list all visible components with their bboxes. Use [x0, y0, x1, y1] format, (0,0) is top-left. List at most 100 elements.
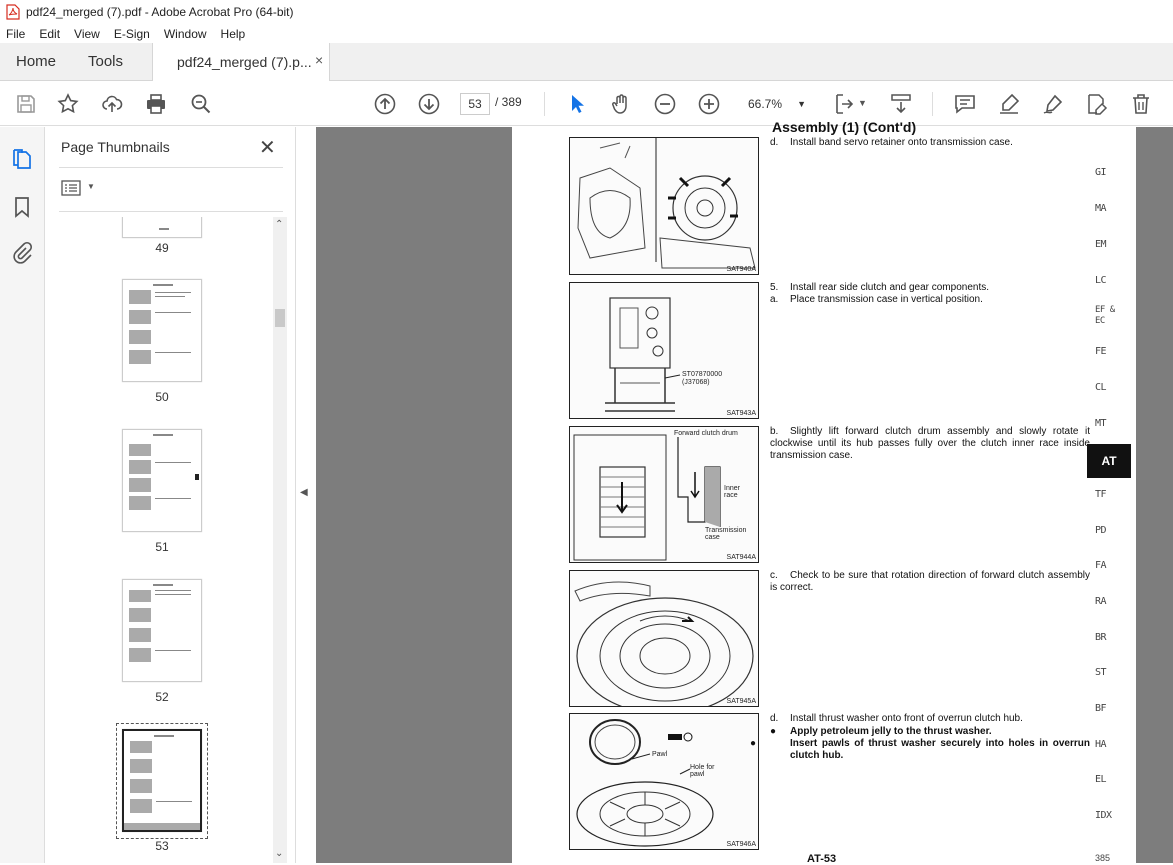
section-tab[interactable]: EM	[1095, 239, 1107, 250]
zoom-in-icon[interactable]	[695, 90, 723, 118]
section-tab[interactable]: PD	[1095, 525, 1107, 536]
thumbnail-page-53[interactable]	[122, 729, 202, 832]
section-tab[interactable]: MT	[1095, 418, 1107, 429]
step-d-servo: d. Install band servo retainer onto trans…	[770, 137, 1013, 148]
bullet-petroleum-jelly: ● Apply petroleum jelly to the thrust was…	[770, 726, 992, 737]
menu-bar: File Edit View E-Sign Window Help	[0, 24, 1173, 43]
tab-document[interactable]: pdf24_merged (7).p... ×	[152, 43, 330, 81]
menu-esign[interactable]: E-Sign	[114, 27, 150, 41]
thumbnail-number: 52	[155, 690, 169, 704]
section-tab[interactable]: GI	[1095, 167, 1107, 178]
comment-icon[interactable]	[951, 90, 979, 118]
tool-number-alt-label: (J37068)	[682, 379, 710, 386]
menu-view[interactable]: View	[74, 27, 100, 41]
figure-sat940a: SAT940A	[569, 137, 759, 275]
fit-page-icon[interactable]	[830, 90, 858, 118]
step-a: a. Place transmission case in vertical po…	[770, 294, 983, 305]
tab-tools[interactable]: Tools	[88, 53, 123, 70]
figure-sat944a: Forward clutch drum Inner race Transmiss…	[569, 426, 759, 563]
window-title: pdf24_merged (7).pdf - Adobe Acrobat Pro…	[26, 5, 294, 19]
clutch-rotation-illustration	[574, 581, 754, 706]
hand-tool-icon[interactable]	[607, 90, 635, 118]
figure-code: SAT946A	[726, 841, 756, 848]
tab-bar: Home Tools pdf24_merged (7).p... ×	[0, 43, 1173, 81]
fit-chevron-icon[interactable]: ▼	[858, 98, 867, 108]
thumbnail-options-menu[interactable]: ▼	[61, 179, 97, 201]
menu-help[interactable]: Help	[221, 27, 246, 41]
zoom-search-icon[interactable]	[187, 90, 215, 118]
thumbnail-page-50[interactable]	[122, 279, 202, 382]
menu-file[interactable]: File	[6, 27, 25, 41]
page-number-input[interactable]: 53	[460, 93, 490, 115]
section-tab[interactable]: FA	[1095, 560, 1107, 571]
scroll-down-icon[interactable]: ⌄	[275, 848, 283, 859]
previous-page-icon[interactable]	[371, 90, 399, 118]
step-d-thrust: d. Install thrust washer onto front of ov…	[770, 713, 1023, 724]
section-tab[interactable]: CL	[1095, 382, 1107, 393]
section-heading: Assembly (1) (Cont'd)	[772, 119, 917, 135]
section-tab[interactable]: IDX	[1095, 810, 1112, 821]
document-viewport[interactable]: Assembly (1) (Cont'd) SAT940A d. Install …	[316, 119, 1173, 865]
bookmarks-icon[interactable]	[10, 195, 34, 219]
figure-sat943a: ST07870000 (J37068) SAT943A	[569, 282, 759, 419]
section-tab[interactable]: ST	[1095, 667, 1107, 678]
inner-race-label: Inner race	[724, 485, 740, 499]
print-icon[interactable]	[142, 90, 170, 118]
highlight-pen-icon[interactable]	[995, 90, 1023, 118]
section-tab-active[interactable]: AT	[1087, 444, 1131, 478]
left-rail	[0, 127, 45, 863]
figure-code: SAT943A	[726, 410, 756, 417]
section-tab[interactable]: EL	[1095, 774, 1107, 785]
delete-trash-icon[interactable]	[1127, 90, 1155, 118]
zoom-out-icon[interactable]	[651, 90, 679, 118]
attachments-icon[interactable]	[10, 241, 34, 265]
section-tab[interactable]: RA	[1095, 596, 1107, 607]
sign-pen-icon[interactable]	[1039, 90, 1067, 118]
section-tab[interactable]: BR	[1095, 632, 1107, 643]
thumbnail-page-51[interactable]	[122, 429, 202, 532]
collapse-panel-icon[interactable]: ◀	[300, 487, 308, 498]
step-c: c. Check to be sure that rotation directi…	[770, 570, 1090, 593]
scroll-mode-icon[interactable]	[887, 90, 915, 118]
edit-pdf-icon[interactable]	[1083, 90, 1111, 118]
transmission-illustration	[577, 138, 756, 269]
section-tab[interactable]: MA	[1095, 203, 1107, 214]
hole-for-pawl-label: Hole for pawl	[690, 764, 715, 778]
section-tab[interactable]: TF	[1095, 489, 1107, 500]
menu-window[interactable]: Window	[164, 27, 207, 41]
zoom-level-dropdown[interactable]: 66.7% ▼	[740, 93, 810, 115]
upload-share-icon[interactable]	[98, 90, 126, 118]
tool-number-label: ST07870000	[682, 371, 723, 378]
section-tab[interactable]: HA	[1095, 739, 1107, 750]
close-tab-icon[interactable]: ×	[315, 52, 323, 68]
select-cursor-icon[interactable]	[563, 90, 591, 118]
thumbnail-page-52[interactable]	[122, 579, 202, 682]
list-options-icon	[61, 180, 81, 196]
page-thumbnails-icon[interactable]	[10, 147, 34, 171]
tab-document-label: pdf24_merged (7).p...	[177, 54, 312, 70]
thumbnail-number: 49	[155, 241, 169, 255]
page-footer: AT-53	[807, 853, 837, 865]
section-tab[interactable]: EF & EC	[1095, 305, 1121, 327]
scrollbar-thumb[interactable]	[275, 309, 285, 327]
section-tab[interactable]: FE	[1095, 346, 1107, 357]
close-panel-icon[interactable]: ✕	[259, 135, 276, 160]
bullet-insert-pawls: ● Insert pawls of thrust washer securely …	[750, 738, 1090, 761]
thumbnail-page-49[interactable]	[122, 217, 202, 238]
save-icon[interactable]	[12, 90, 40, 118]
toolbar-divider	[932, 92, 933, 116]
pdf-page: Assembly (1) (Cont'd) SAT940A d. Install …	[512, 119, 1136, 865]
chevron-down-icon: ▼	[797, 99, 806, 109]
next-page-icon[interactable]	[415, 90, 443, 118]
title-bar: pdf24_merged (7).pdf - Adobe Acrobat Pro…	[0, 0, 1173, 24]
section-tab[interactable]: LC	[1095, 275, 1107, 286]
bookmark-star-icon[interactable]	[54, 90, 82, 118]
panel-title: Page Thumbnails	[61, 139, 170, 155]
figure-sat945a: SAT945A	[569, 570, 759, 707]
toolbar: 53 / 389 66.7% ▼ ▼	[0, 82, 1173, 126]
section-tab[interactable]: BF	[1095, 703, 1107, 714]
scroll-up-icon[interactable]: ⌃	[275, 219, 283, 230]
tab-home[interactable]: Home	[16, 53, 56, 70]
menu-edit[interactable]: Edit	[39, 27, 60, 41]
acrobat-logo-icon	[6, 4, 20, 20]
